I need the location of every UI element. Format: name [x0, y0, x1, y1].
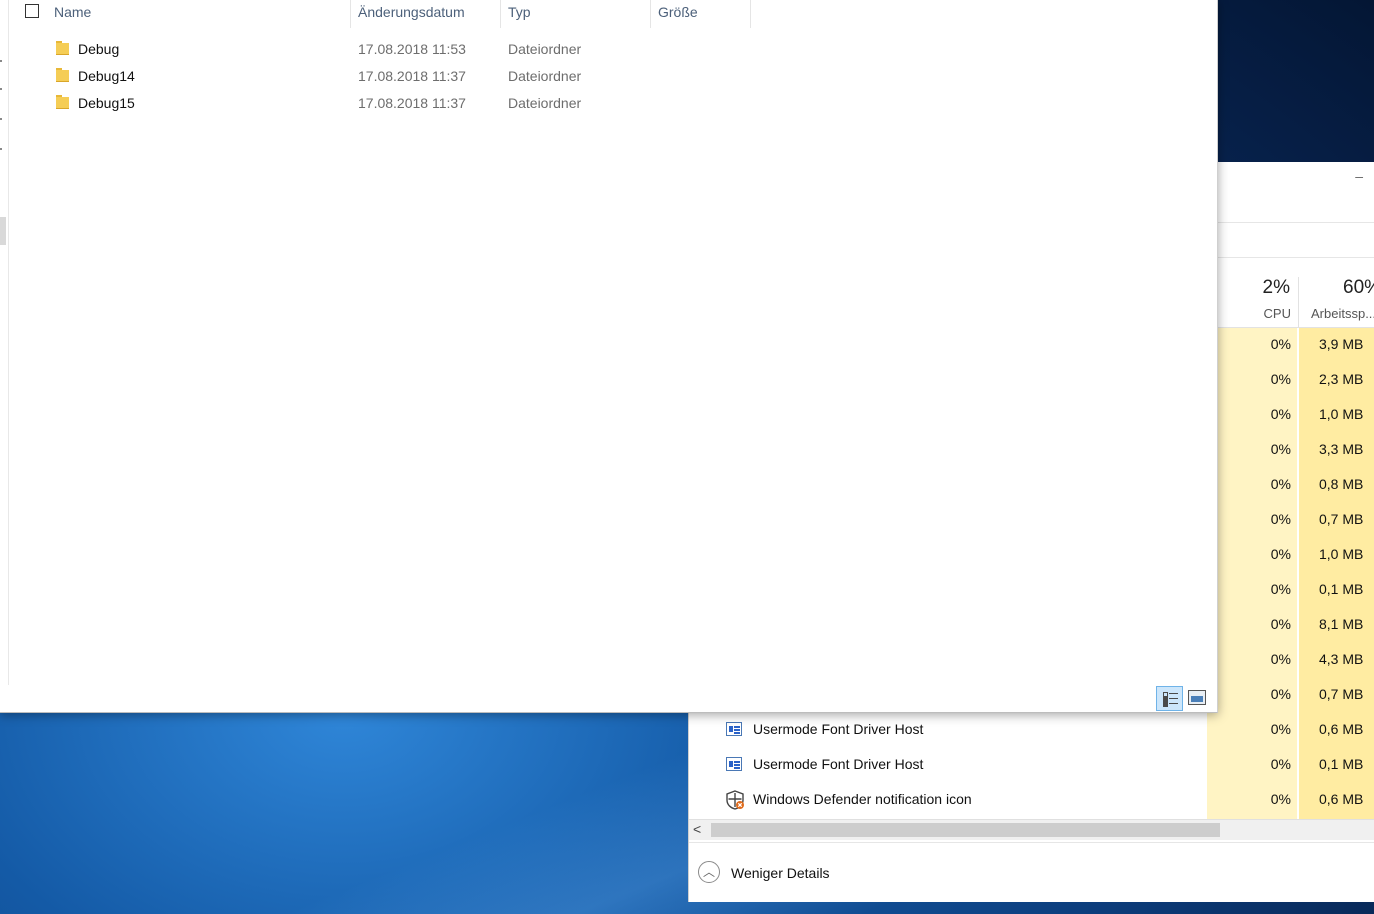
- scrollbar-thumb[interactable]: [711, 823, 1220, 837]
- file-date: 17.08.2018 11:53: [358, 41, 466, 57]
- cpu-value: 0%: [1270, 791, 1291, 807]
- column-header-date[interactable]: Änderungsdatum: [358, 4, 465, 20]
- cpu-value: 0%: [1270, 371, 1291, 387]
- details-view-icon[interactable]: [1156, 686, 1183, 711]
- column-separator[interactable]: [500, 0, 501, 28]
- column-separator[interactable]: [650, 0, 651, 28]
- memory-value: 0,7 MB: [1319, 686, 1364, 702]
- cpu-value: 0%: [1270, 476, 1291, 492]
- folder-icon: [56, 68, 69, 82]
- list-item[interactable]: Debug15 17.08.2018 11:37 Dateiordner: [0, 90, 760, 117]
- column-header-name[interactable]: Name: [54, 4, 91, 20]
- column-header-type[interactable]: Typ: [508, 4, 531, 20]
- memory-value: 8,1 MB: [1319, 616, 1364, 632]
- memory-column-header[interactable]: Arbeitssp...: [1311, 306, 1374, 321]
- large-icons-view-icon[interactable]: [1188, 690, 1206, 705]
- column-separator[interactable]: [350, 0, 351, 28]
- horizontal-scrollbar[interactable]: <: [689, 819, 1374, 840]
- cpu-value: 0%: [1270, 511, 1291, 527]
- cpu-value: 0%: [1270, 546, 1291, 562]
- minimize-button[interactable]: –: [1355, 168, 1363, 184]
- memory-total-percent[interactable]: 60%: [1343, 277, 1374, 299]
- file-type: Dateiordner: [508, 68, 582, 84]
- memory-value: 0,6 MB: [1319, 721, 1364, 737]
- memory-value: 1,0 MB: [1319, 546, 1364, 562]
- memory-value: 0,7 MB: [1319, 511, 1364, 527]
- cpu-total-percent[interactable]: 2%: [1249, 277, 1290, 299]
- file-name: Debug14: [78, 68, 135, 84]
- font-driver-icon: [726, 757, 742, 771]
- file-date: 17.08.2018 11:37: [358, 68, 466, 84]
- column-separator: [1298, 277, 1299, 327]
- process-row[interactable]: Windows Defender notification icon 0% 0,…: [689, 782, 1374, 817]
- memory-value: 0,1 MB: [1319, 581, 1364, 597]
- file-name: Debug15: [78, 95, 135, 111]
- select-all-checkbox[interactable]: [25, 4, 39, 18]
- process-name: Windows Defender notification icon: [753, 791, 972, 807]
- memory-value: 0,1 MB: [1319, 756, 1364, 772]
- column-header-size[interactable]: Größe: [658, 4, 698, 20]
- memory-value: 0,6 MB: [1319, 791, 1364, 807]
- cpu-column-header[interactable]: CPU: [1249, 306, 1291, 321]
- memory-value: 3,3 MB: [1319, 441, 1364, 457]
- column-header-row: Name Änderungsdatum Typ Größe: [8, 0, 1208, 30]
- task-manager-footer: ︿ Weniger Details: [689, 842, 1374, 903]
- defender-shield-icon: [726, 790, 744, 810]
- memory-value: 4,3 MB: [1319, 651, 1364, 667]
- file-explorer-window: Name Änderungsdatum Typ Größe Debug 17.0…: [0, 0, 1218, 713]
- memory-value: 1,0 MB: [1319, 406, 1364, 422]
- process-name: Usermode Font Driver Host: [753, 756, 924, 772]
- cpu-value: 0%: [1270, 651, 1291, 667]
- column-separator[interactable]: [750, 0, 751, 28]
- folder-icon: [56, 41, 69, 55]
- cpu-value: 0%: [1270, 441, 1291, 457]
- process-row[interactable]: Usermode Font Driver Host 0% 0,6 MB: [689, 712, 1374, 747]
- list-item[interactable]: Debug 17.08.2018 11:53 Dateiordner: [0, 36, 760, 63]
- chevron-up-icon[interactable]: ︿: [698, 861, 720, 883]
- scroll-left-button[interactable]: <: [693, 821, 701, 837]
- memory-value: 0,8 MB: [1319, 476, 1364, 492]
- process-row[interactable]: Usermode Font Driver Host 0% 0,1 MB: [689, 747, 1374, 782]
- cpu-value: 0%: [1270, 756, 1291, 772]
- fewer-details-link[interactable]: Weniger Details: [731, 865, 830, 881]
- folder-icon: [56, 95, 69, 109]
- cpu-value: 0%: [1270, 581, 1291, 597]
- nav-selected-item[interactable]: [0, 217, 6, 245]
- memory-value: 2,3 MB: [1319, 371, 1364, 387]
- cpu-value: 0%: [1270, 616, 1291, 632]
- cpu-value: 0%: [1270, 721, 1291, 737]
- font-driver-icon: [726, 722, 742, 736]
- file-type: Dateiordner: [508, 95, 582, 111]
- file-date: 17.08.2018 11:37: [358, 95, 466, 111]
- cpu-value: 0%: [1270, 406, 1291, 422]
- cpu-value: 0%: [1270, 336, 1291, 352]
- status-bar: [0, 685, 1217, 712]
- file-type: Dateiordner: [508, 41, 582, 57]
- process-name: Usermode Font Driver Host: [753, 721, 924, 737]
- nav-expand-marker: [0, 148, 2, 150]
- memory-value: 3,9 MB: [1319, 336, 1364, 352]
- file-name: Debug: [78, 41, 120, 57]
- cpu-value: 0%: [1270, 686, 1291, 702]
- list-item[interactable]: Debug14 17.08.2018 11:37 Dateiordner: [0, 63, 760, 90]
- nav-expand-marker: [0, 118, 2, 120]
